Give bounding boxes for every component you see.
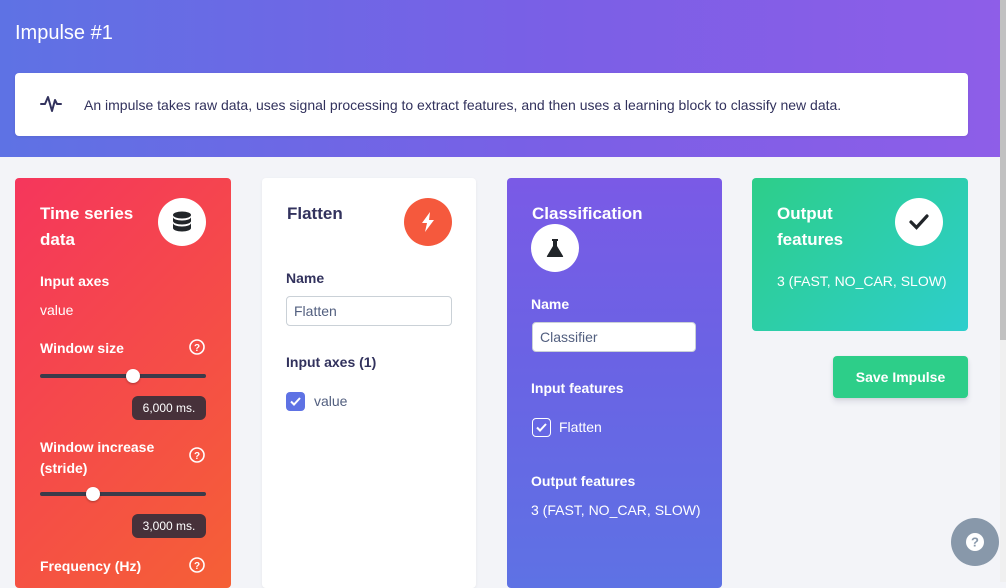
time-series-card: Time series data Input axes value Window…: [15, 178, 231, 588]
svg-text:?: ?: [971, 535, 979, 550]
output-features-card: Output features 3 (FAST, NO_CAR, SLOW): [752, 178, 968, 331]
window-increase-label: Window increase (stride): [40, 439, 155, 476]
flatten-feature-checkbox[interactable]: [532, 418, 551, 437]
svg-text:?: ?: [194, 561, 200, 572]
question-icon: ?: [966, 533, 984, 551]
help-icon[interactable]: ?: [189, 447, 205, 463]
activity-icon: [40, 96, 62, 112]
scrollbar-thumb[interactable]: [1000, 0, 1006, 340]
output-features-value: 3 (FAST, NO_CAR, SLOW): [531, 502, 701, 518]
flatten-name-input[interactable]: [286, 296, 452, 326]
window-increase-value: 3,000 ms.: [132, 514, 206, 538]
value-checkbox-label: value: [314, 393, 348, 409]
info-box: An impulse takes raw data, uses signal p…: [15, 73, 968, 136]
value-checkbox[interactable]: [286, 392, 305, 411]
time-series-title: Time series data: [40, 204, 134, 249]
output-title: Output features: [777, 204, 844, 249]
classification-title: Classification: [532, 204, 643, 223]
window-size-slider-thumb[interactable]: [125, 369, 140, 383]
info-text: An impulse takes raw data, uses signal p…: [84, 97, 842, 113]
help-icon[interactable]: ?: [189, 339, 205, 355]
window-increase-slider[interactable]: [40, 492, 206, 496]
output-features-label: Output features: [531, 473, 636, 489]
save-impulse-button[interactable]: Save Impulse: [833, 356, 968, 398]
header-banner: Impulse #1 An impulse takes raw data, us…: [0, 0, 1006, 157]
flatten-feature-label: Flatten: [559, 419, 602, 435]
check-icon: [895, 198, 943, 246]
help-icon[interactable]: ?: [189, 557, 205, 573]
flatten-input-axes-label: Input axes (1): [286, 354, 377, 370]
window-size-label: Window size: [40, 340, 124, 356]
classification-card: Classification Name Input features Flatt…: [507, 178, 722, 588]
svg-text:?: ?: [194, 451, 200, 462]
svg-text:?: ?: [194, 343, 200, 354]
flatten-title: Flatten: [287, 204, 343, 223]
window-size-slider[interactable]: [40, 374, 206, 378]
page-title: Impulse #1: [15, 22, 113, 44]
window-increase-slider-thumb[interactable]: [86, 487, 101, 501]
output-value: 3 (FAST, NO_CAR, SLOW): [777, 273, 947, 289]
bolt-icon: [404, 198, 452, 246]
page-scrollbar[interactable]: [1000, 0, 1006, 582]
window-size-value: 6,000 ms.: [132, 396, 206, 420]
input-features-label: Input features: [531, 380, 624, 396]
help-button[interactable]: ?: [951, 518, 999, 566]
classifier-name-input[interactable]: [532, 322, 696, 352]
flatten-name-label: Name: [286, 270, 325, 286]
input-axes-value: value: [40, 302, 74, 318]
frequency-label: Frequency (Hz): [40, 558, 142, 574]
input-axes-label: Input axes: [40, 273, 110, 289]
flatten-card: Flatten Name Input axes (1) value: [262, 178, 476, 588]
flask-icon: [531, 224, 579, 272]
classifier-name-label: Name: [531, 296, 570, 312]
database-icon: [158, 198, 206, 246]
